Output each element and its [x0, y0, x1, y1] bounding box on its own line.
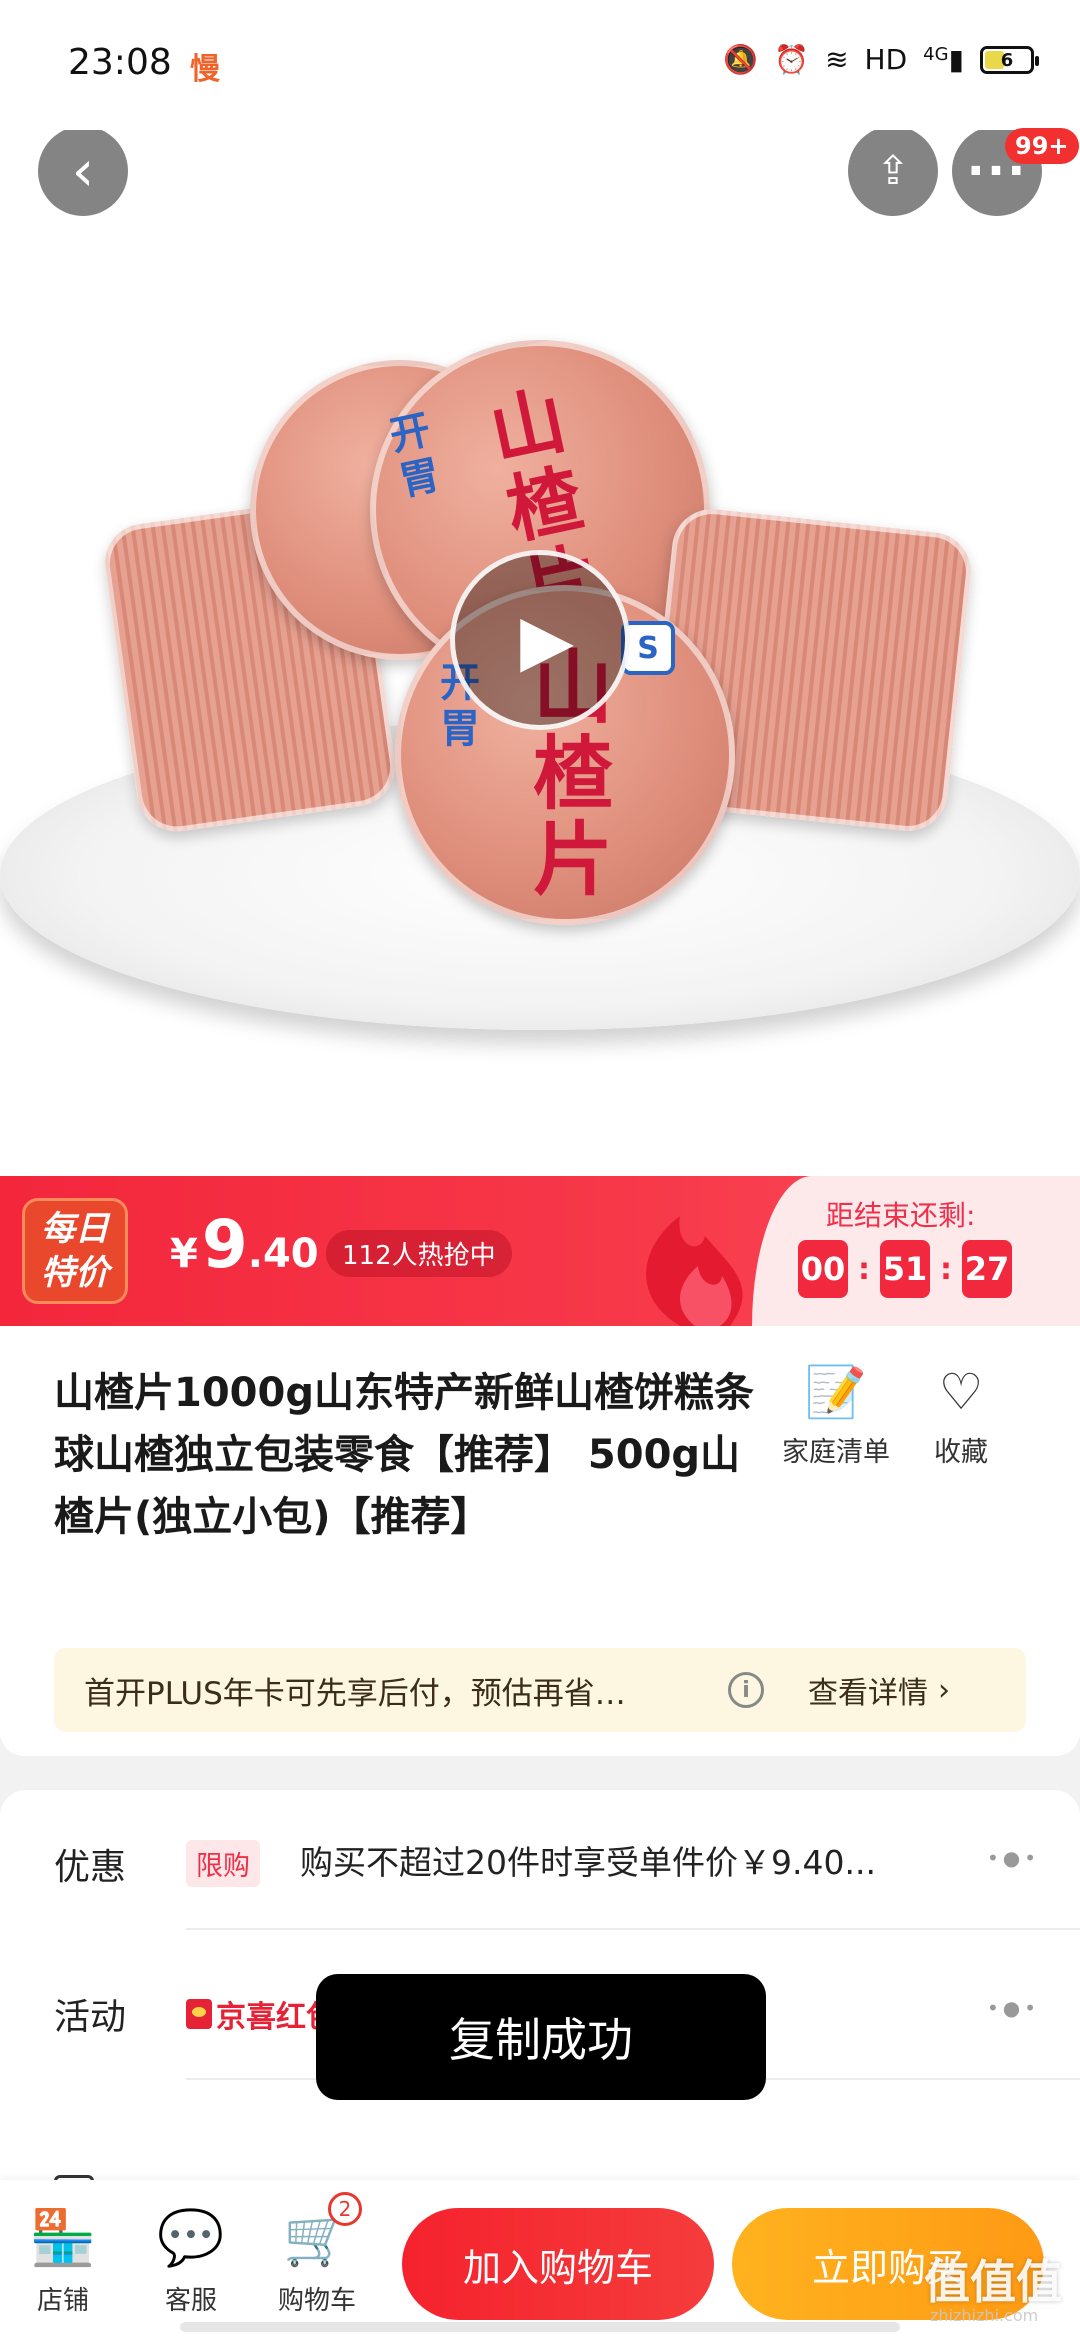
mute-bell-icon: 🔕 — [723, 43, 759, 76]
price-currency: ¥ — [170, 1231, 198, 1277]
signal-icon: 4G▮ — [923, 43, 964, 76]
message-badge: 99+ — [1005, 128, 1079, 164]
hot-buyers-badge: 112人热抢中 — [326, 1230, 512, 1277]
signal-label: 4G — [923, 44, 949, 65]
status-icons: 🔕 ⏰ ≋ HD 4G▮ 6 — [723, 43, 1039, 76]
copy-success-toast: 复制成功 — [316, 1974, 766, 2100]
battery-icon: 6 — [980, 46, 1039, 74]
back-button[interactable]: ‹ — [38, 126, 128, 216]
home-indicator — [180, 2322, 900, 2332]
share-icon: ⇪ — [876, 148, 910, 194]
product-title-card: 山楂片1000g山东特产新鲜山楂饼糕条球山楂独立包装零食【推荐】 500g山楂片… — [0, 1326, 1080, 1756]
heart-icon: ♡ — [938, 1363, 984, 1421]
slow-network-tag: 慢 — [190, 52, 220, 87]
more-dots-icon[interactable]: •●• — [987, 1846, 1040, 1870]
product-image-carousel[interactable]: 山楂片 开胃 山楂片 开胃 S ▶ 1 /9 — [0, 130, 1080, 1180]
price-integer: 9 — [201, 1206, 248, 1283]
cart-button[interactable]: 🛒 2 购物车 — [262, 2192, 372, 2317]
countdown-timer: 00 : 51 : 27 — [798, 1240, 1012, 1298]
battery-level: 6 — [1000, 49, 1014, 71]
watermark-text: zhizhizhi.com — [930, 2306, 1039, 2325]
chevron-left-icon: ‹ — [71, 138, 95, 204]
favorite-button[interactable]: ♡ 收藏 — [934, 1362, 988, 1469]
countdown-hours: 00 — [798, 1240, 848, 1298]
list-add-icon: 📝 — [804, 1363, 868, 1421]
daily-deal-bar[interactable]: 每日 特价 ¥ 9 .40 112人热抢中 距结束还剩: 00 : 51 : 2… — [0, 1176, 1080, 1326]
play-icon: ▶ — [520, 599, 574, 681]
play-video-button[interactable]: ▶ — [450, 550, 630, 730]
customer-service-button[interactable]: 💬 客服 — [136, 2206, 246, 2317]
daily-deal-logo: 每日 特价 — [22, 1198, 128, 1304]
info-icon[interactable]: i — [728, 1672, 764, 1708]
chat-bubble-icon: 💬 — [157, 2206, 225, 2269]
cart-count-badge: 2 — [328, 2192, 362, 2226]
daily-deal-logo-line1: 每日 — [41, 1209, 109, 1249]
wifi-icon: ≋ — [825, 43, 849, 76]
product-title[interactable]: 山楂片1000g山东特产新鲜山楂饼糕条球山楂独立包装零食【推荐】 500g山楂片… — [54, 1362, 754, 1548]
chevron-right-icon: › — [938, 1672, 950, 1708]
plus-promo-text: 首开PLUS年卡可先享后付，预估再省… — [84, 1675, 626, 1712]
activity-label: 活动 — [54, 1997, 127, 2038]
limit-tag: 限购 — [186, 1840, 260, 1887]
countdown-seconds: 27 — [962, 1240, 1012, 1298]
discount-description: 购买不超过20件时享受单件价￥9.40... — [300, 1843, 876, 1882]
store-label: 店铺 — [36, 2286, 89, 2316]
family-list-button[interactable]: 📝 家庭清单 — [782, 1362, 890, 1469]
network-type: HD — [864, 43, 908, 76]
bottom-action-bar: 🏪 店铺 💬 客服 🛒 2 购物车 加入购物车 立即购买 — [0, 2180, 1080, 2340]
store-icon: 🏪 — [29, 2206, 97, 2269]
view-details-link[interactable]: 查看详情 — [808, 1668, 928, 1712]
share-button[interactable]: ⇪ — [848, 126, 938, 216]
watermark-logo: 值值值 — [924, 2255, 1062, 2309]
add-to-cart-button[interactable]: 加入购物车 — [402, 2208, 714, 2320]
store-button[interactable]: 🏪 店铺 — [8, 2206, 118, 2317]
plus-membership-bar[interactable]: 首开PLUS年卡可先享后付，预估再省… i 查看详情 › — [54, 1648, 1026, 1732]
red-packet-icon — [186, 1999, 212, 2029]
cart-label: 购物车 — [277, 2286, 356, 2316]
favorite-label: 收藏 — [934, 1437, 988, 1468]
daily-deal-logo-line2: 特价 — [41, 1253, 109, 1293]
status-time: 23:08 — [68, 42, 172, 83]
customer-service-label: 客服 — [164, 2286, 217, 2316]
jingxi-red-packet-tag: 京喜红包 — [186, 1992, 336, 2036]
countdown-label: 距结束还剩: — [826, 1199, 976, 1232]
discount-row[interactable]: 优惠 限购 购买不超过20件时享受单件价￥9.40... •●• — [0, 1790, 1080, 1930]
more-dots-icon[interactable]: •●• — [987, 1996, 1040, 2020]
status-bar: 23:08 慢 🔕 ⏰ ≋ HD 4G▮ 6 — [0, 0, 1080, 130]
family-list-label: 家庭清单 — [782, 1437, 890, 1468]
deal-price: ¥ 9 .40 — [170, 1206, 319, 1283]
countdown-minutes: 51 — [880, 1240, 930, 1298]
price-decimal: .40 — [247, 1231, 319, 1277]
discount-label: 优惠 — [54, 1847, 127, 1888]
alarm-icon: ⏰ — [774, 43, 810, 76]
